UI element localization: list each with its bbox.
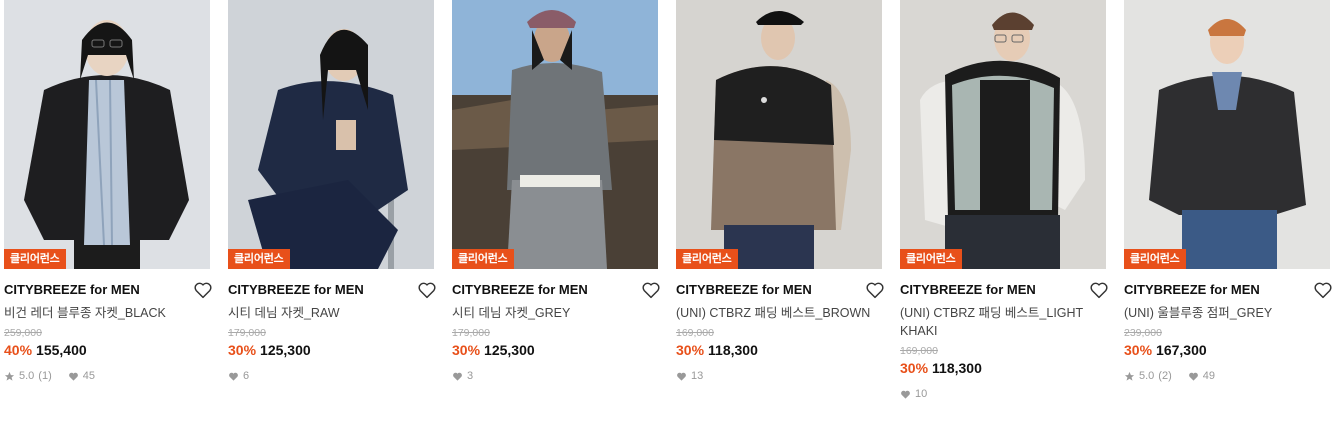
product-card[interactable]: 클리어런스 CITYBREEZE for MEN 시티 데님 자켓_RAW 17… bbox=[228, 0, 436, 383]
wishlist-heart-icon[interactable] bbox=[416, 279, 438, 301]
heart-filled-icon bbox=[901, 390, 910, 399]
star-icon bbox=[4, 371, 15, 381]
heart-filled-icon bbox=[229, 372, 238, 381]
product-name[interactable]: 시티 데님 자켓_GREY bbox=[452, 304, 658, 322]
clearance-badge: 클리어런스 bbox=[900, 249, 962, 269]
original-price: 259,000 bbox=[4, 327, 42, 339]
rating-value: 5.0 bbox=[19, 370, 35, 382]
product-meta: 13 bbox=[676, 369, 882, 383]
product-image[interactable]: 클리어런스 bbox=[676, 0, 882, 269]
wishlist-heart-icon[interactable] bbox=[640, 279, 662, 301]
product-name[interactable]: (UNI) CTBRZ 패딩 베스트_LIGHT KHAKI bbox=[900, 304, 1106, 340]
price-row: 30% 167,300 bbox=[1124, 341, 1330, 359]
product-image[interactable]: 클리어런스 bbox=[452, 0, 658, 269]
heart-filled-icon bbox=[68, 372, 78, 381]
product-meta: 3 bbox=[452, 369, 658, 383]
like-count: 49 bbox=[1202, 370, 1215, 382]
product-image[interactable]: 클리어런스 bbox=[900, 0, 1106, 269]
price-row: 30% 125,300 bbox=[452, 341, 658, 359]
product-image[interactable]: 클리어런스 bbox=[1124, 0, 1330, 269]
price-row: 30% 118,300 bbox=[900, 359, 1106, 377]
product-card[interactable]: 클리어런스 CITYBREEZE for MEN (UNI) CTBRZ 패딩 … bbox=[900, 0, 1108, 401]
brand-name[interactable]: CITYBREEZE for MEN bbox=[452, 282, 658, 298]
discount-rate: 30% bbox=[676, 342, 705, 358]
price-row: 40% 155,400 bbox=[4, 341, 210, 359]
brand-name[interactable]: CITYBREEZE for MEN bbox=[4, 282, 210, 298]
product-name[interactable]: (UNI) CTBRZ 패딩 베스트_BROWN bbox=[676, 304, 882, 322]
wishlist-heart-icon[interactable] bbox=[192, 279, 214, 301]
product-meta: 5.0 (1) 45 bbox=[4, 369, 210, 383]
discount-rate: 30% bbox=[452, 342, 481, 358]
like-count: 45 bbox=[82, 370, 95, 382]
heart-filled-icon bbox=[1188, 372, 1198, 381]
sale-price: 125,300 bbox=[484, 342, 535, 358]
brand-name[interactable]: CITYBREEZE for MEN bbox=[228, 282, 434, 298]
wishlist-heart-icon[interactable] bbox=[864, 279, 886, 301]
clearance-badge: 클리어런스 bbox=[676, 249, 738, 269]
wishlist-heart-icon[interactable] bbox=[1088, 279, 1110, 301]
original-price: 179,000 bbox=[452, 327, 490, 339]
clearance-badge: 클리어런스 bbox=[1124, 249, 1186, 269]
brand-name[interactable]: CITYBREEZE for MEN bbox=[676, 282, 882, 298]
star-icon bbox=[1124, 371, 1135, 381]
product-meta: 6 bbox=[228, 369, 434, 383]
product-image[interactable]: 클리어런스 bbox=[4, 0, 210, 269]
sale-price: 167,300 bbox=[1156, 342, 1207, 358]
product-name[interactable]: 시티 데님 자켓_RAW bbox=[228, 304, 434, 322]
discount-rate: 30% bbox=[900, 360, 929, 376]
original-price: 169,000 bbox=[900, 345, 938, 357]
product-card[interactable]: 클리어런스 CITYBREEZE for MEN 시티 데님 자켓_GREY 1… bbox=[452, 0, 660, 383]
wishlist-heart-icon[interactable] bbox=[1312, 279, 1334, 301]
discount-rate: 30% bbox=[228, 342, 257, 358]
product-card[interactable]: 클리어런스 CITYBREEZE for MEN (UNI) CTBRZ 패딩 … bbox=[676, 0, 884, 383]
clearance-badge: 클리어런스 bbox=[4, 249, 66, 269]
like-count: 3 bbox=[467, 370, 474, 382]
product-meta: 10 bbox=[900, 387, 1106, 401]
brand-name[interactable]: CITYBREEZE for MEN bbox=[900, 282, 1106, 298]
clearance-badge: 클리어런스 bbox=[452, 249, 514, 269]
sale-price: 125,300 bbox=[260, 342, 311, 358]
clearance-badge: 클리어런스 bbox=[228, 249, 290, 269]
product-grid: 클리어런스 CITYBREEZE for MEN 비건 레더 블루종 자켓_BL… bbox=[0, 0, 1337, 436]
review-count: (2) bbox=[1158, 370, 1172, 382]
product-image[interactable]: 클리어런스 bbox=[228, 0, 434, 269]
discount-rate: 40% bbox=[4, 342, 33, 358]
original-price: 239,000 bbox=[1124, 327, 1162, 339]
heart-filled-icon bbox=[677, 372, 686, 381]
price-row: 30% 118,300 bbox=[676, 341, 882, 359]
sale-price: 155,400 bbox=[36, 342, 87, 358]
review-count: (1) bbox=[38, 370, 52, 382]
product-card[interactable]: 클리어런스 CITYBREEZE for MEN (UNI) 울블루종 점퍼_G… bbox=[1124, 0, 1332, 383]
original-price: 179,000 bbox=[228, 327, 266, 339]
original-price: 169,000 bbox=[676, 327, 714, 339]
product-name[interactable]: (UNI) 울블루종 점퍼_GREY bbox=[1124, 304, 1330, 322]
sale-price: 118,300 bbox=[708, 342, 758, 358]
like-count: 6 bbox=[243, 370, 250, 382]
product-meta: 5.0 (2) 49 bbox=[1124, 369, 1330, 383]
price-row: 30% 125,300 bbox=[228, 341, 434, 359]
heart-filled-icon bbox=[453, 372, 462, 381]
like-count: 13 bbox=[691, 370, 704, 382]
product-name[interactable]: 비건 레더 블루종 자켓_BLACK bbox=[4, 304, 210, 322]
like-count: 10 bbox=[915, 388, 928, 400]
sale-price: 118,300 bbox=[932, 360, 982, 376]
brand-name[interactable]: CITYBREEZE for MEN bbox=[1124, 282, 1330, 298]
product-card[interactable]: 클리어런스 CITYBREEZE for MEN 비건 레더 블루종 자켓_BL… bbox=[4, 0, 212, 383]
rating-value: 5.0 bbox=[1139, 370, 1155, 382]
discount-rate: 30% bbox=[1124, 342, 1153, 358]
